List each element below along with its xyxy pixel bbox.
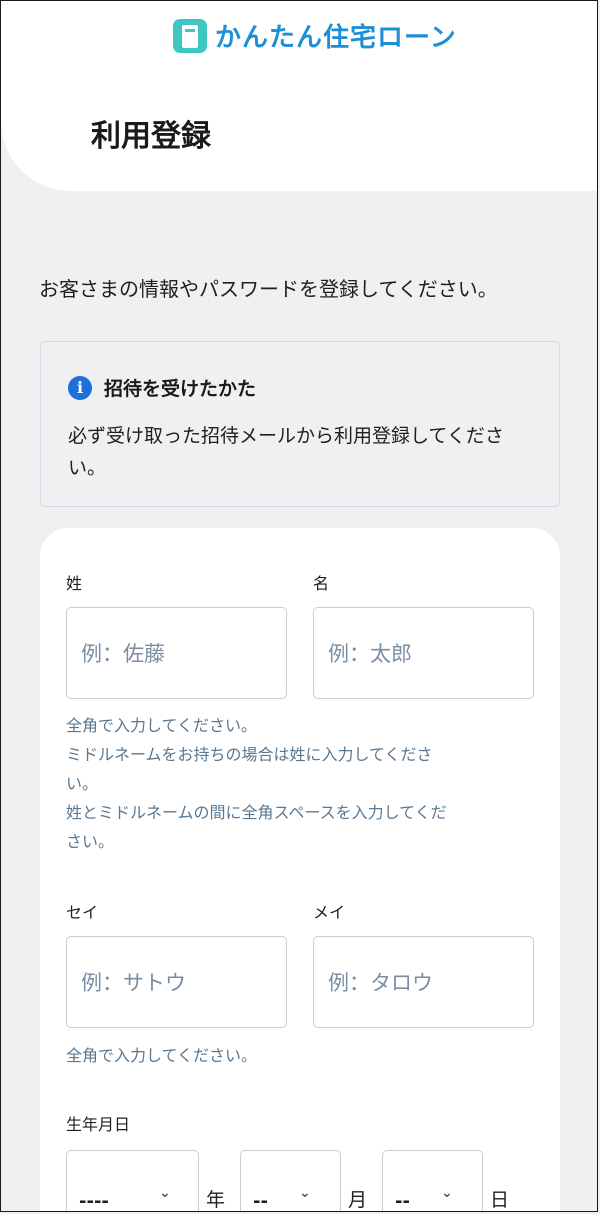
first-name-label: 名	[313, 574, 330, 593]
birth-month-select[interactable]: -- ⌄	[240, 1150, 341, 1212]
chevron-down-icon: ⌄	[441, 1185, 453, 1201]
intro-text: お客さまの情報やパスワードを登録してください。	[39, 277, 498, 301]
last-name-label: 姓	[66, 574, 83, 593]
name-help-line: 姓とミドルネームの間に全角スペースを入力してくだ	[66, 803, 447, 822]
registration-form: 姓 名 例：佐藤 例：太郎 全角で入力してください。 ミドルネームをお持ちの場合…	[40, 528, 560, 1212]
month-unit: 月	[348, 1189, 368, 1211]
page-header: かんたん住宅ローン 利用登録	[1, 1, 597, 191]
first-kana-label: メイ	[313, 903, 346, 922]
chevron-down-icon: ⌄	[159, 1185, 171, 1201]
birth-year-value: ----	[79, 1191, 109, 1212]
name-help-line: い。	[66, 774, 99, 793]
birth-day-select[interactable]: -- ⌄	[382, 1150, 483, 1212]
birth-day-value: --	[395, 1191, 410, 1212]
invitation-notice: i 招待を受けたかた 必ず受け取った招待メールから利用登録してください。	[40, 341, 560, 507]
birthdate-label: 生年月日	[66, 1115, 131, 1134]
brand-logo[interactable]: かんたん住宅ローン	[173, 17, 457, 54]
first-kana-input[interactable]: 例：タロウ	[313, 936, 534, 1028]
name-help-line: 全角で入力してください。	[66, 716, 258, 735]
birth-month-value: --	[253, 1191, 268, 1212]
notice-title: 招待を受けたかた	[104, 378, 257, 400]
name-help-line: ミドルネームをお持ちの場合は姓に入力してくださ	[66, 745, 433, 764]
brand-name: かんたん住宅ローン	[215, 23, 457, 53]
house-door-icon	[173, 18, 207, 53]
year-unit: 年	[206, 1189, 226, 1211]
notice-header: i 招待を受けたかた	[68, 374, 256, 401]
page-title: 利用登録	[91, 119, 211, 154]
chevron-down-icon: ⌄	[299, 1185, 311, 1201]
last-kana-label: セイ	[66, 903, 99, 922]
birth-year-select[interactable]: ---- ⌄	[66, 1150, 199, 1212]
app-frame: かんたん住宅ローン 利用登録 お客さまの情報やパスワードを登録してください。 i…	[0, 0, 598, 1212]
first-name-input[interactable]: 例：太郎	[313, 607, 534, 699]
name-help-line: さい。	[66, 832, 115, 851]
last-kana-input[interactable]: 例：サトウ	[66, 936, 287, 1028]
last-name-input[interactable]: 例：佐藤	[66, 607, 287, 699]
day-unit: 日	[490, 1189, 510, 1211]
info-icon: i	[68, 375, 92, 400]
notice-body: 必ず受け取った招待メールから利用登録してください。	[68, 425, 504, 479]
kana-help: 全角で入力してください。	[66, 1046, 258, 1065]
